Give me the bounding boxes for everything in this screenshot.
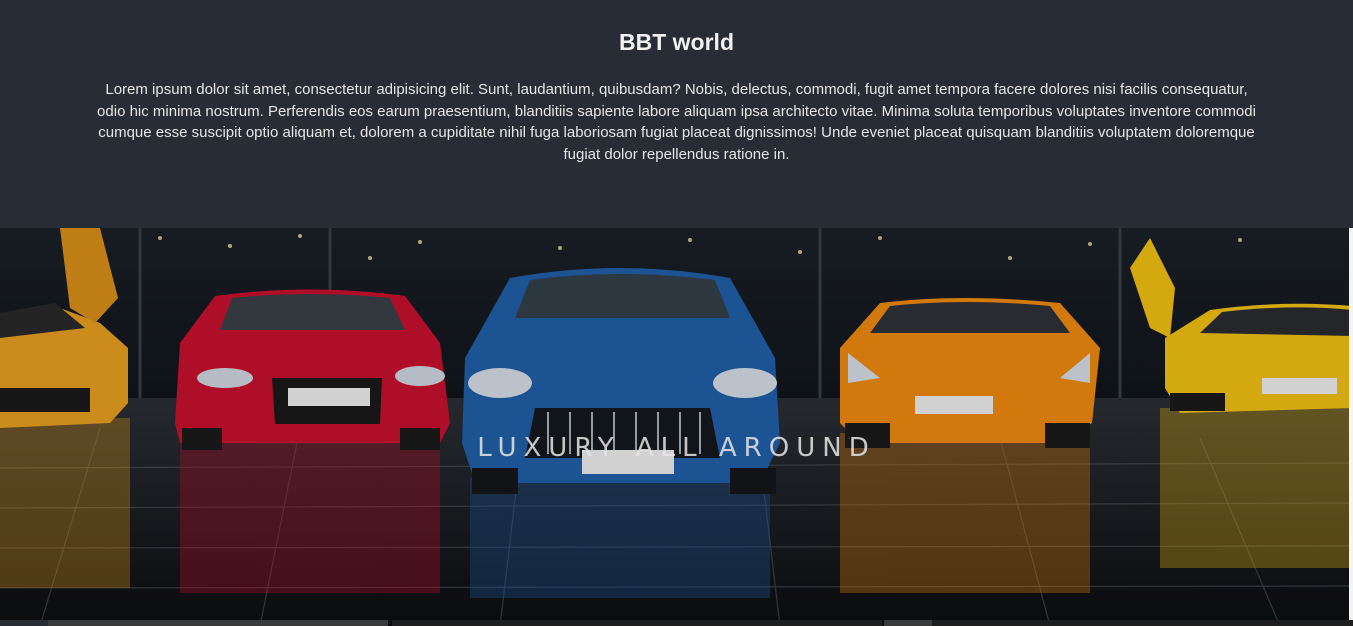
- hero-caption: LUXURY ALL AROUND: [477, 433, 876, 463]
- page-title: BBT world: [619, 29, 734, 55]
- luxury-cars-photo: [0, 228, 1353, 626]
- intro-section: BBT world Lorem ipsum dolor sit amet, co…: [0, 0, 1353, 228]
- bottom-strip: [0, 620, 1353, 626]
- intro-paragraph: Lorem ipsum dolor sit amet, consectetur …: [97, 81, 1256, 163]
- right-edge-divider: [1349, 228, 1353, 626]
- hero-banner: LUXURY ALL AROUND: [0, 228, 1353, 626]
